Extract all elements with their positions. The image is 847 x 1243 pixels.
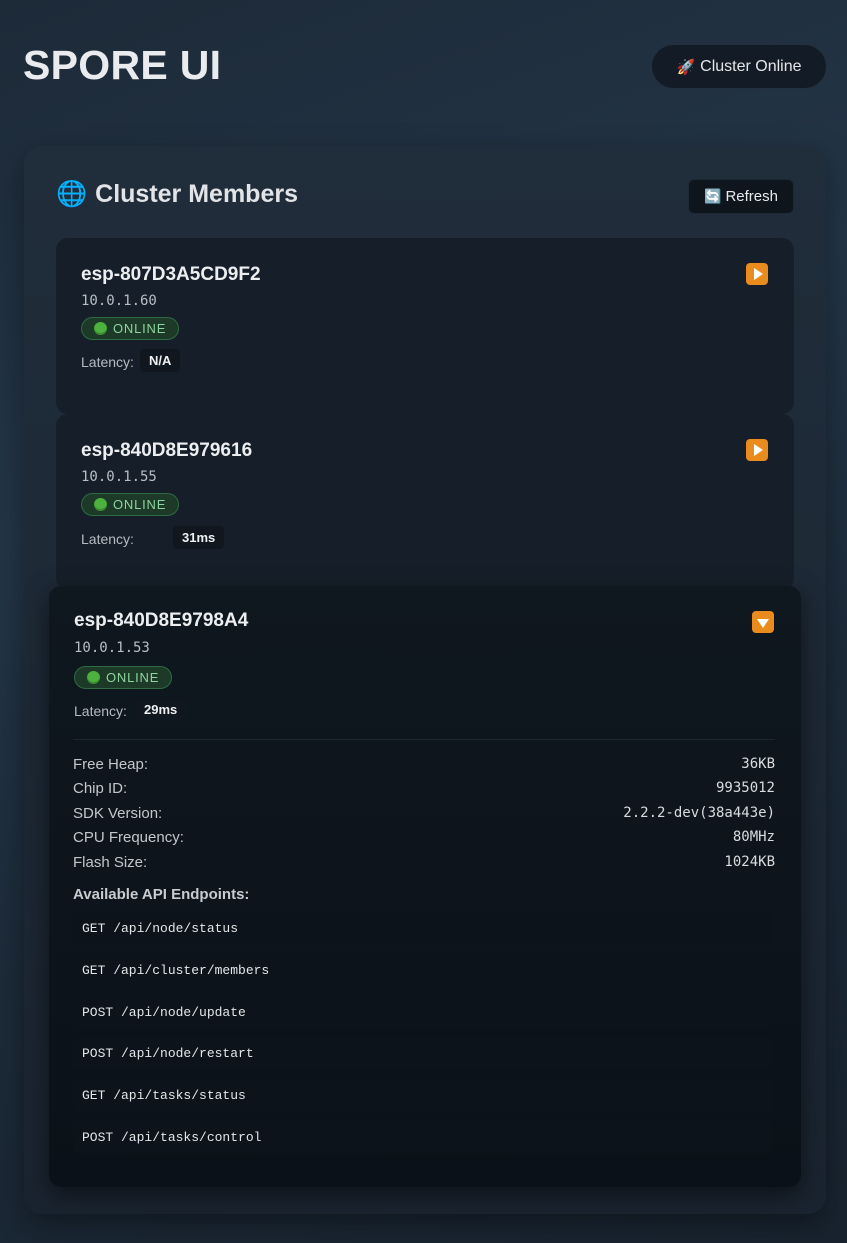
detail-label: CPU Frequency: bbox=[73, 828, 184, 846]
detail-row-cpu-frequency: CPU Frequency: 80MHz bbox=[73, 827, 775, 847]
status-badge-label: ONLINE bbox=[113, 497, 167, 512]
app-title: SPORE UI bbox=[23, 42, 222, 88]
detail-value: 9935012 bbox=[715, 780, 775, 796]
cluster-status-label: Cluster Online bbox=[700, 57, 802, 75]
latency-label: Latency: bbox=[81, 531, 134, 547]
refresh-button[interactable]: 🔄 Refresh bbox=[688, 179, 794, 214]
cluster-status-badge: 🚀 Cluster Online bbox=[651, 44, 827, 89]
member-card[interactable]: esp-807D3A5CD9F2 10.0.1.60 ONLINE Latenc… bbox=[56, 238, 794, 414]
detail-value: 1024KB bbox=[724, 854, 775, 870]
member-name: esp-840D8E9798A4 bbox=[74, 610, 249, 631]
api-endpoint: GET /api/node/status bbox=[73, 912, 773, 944]
latency-value: 31ms bbox=[173, 526, 225, 549]
globe-icon: 🌐 bbox=[56, 180, 88, 208]
member-card-expanded[interactable]: esp-840D8E9798A4 10.0.1.53 ONLINE Latenc… bbox=[49, 586, 801, 1187]
api-endpoint: POST /api/tasks/control bbox=[73, 1121, 773, 1153]
panel-title: 🌐 Cluster Members bbox=[56, 180, 298, 209]
api-endpoint: POST /api/node/update bbox=[73, 996, 773, 1028]
status-badge-label: ONLINE bbox=[106, 670, 160, 685]
detail-label: SDK Version: bbox=[73, 804, 163, 822]
member-name: esp-840D8E979616 bbox=[81, 440, 253, 461]
detail-value: 36KB bbox=[741, 756, 775, 772]
detail-label: Free Heap: bbox=[73, 755, 149, 773]
green-circle-icon bbox=[87, 671, 100, 684]
expand-arrow-icon[interactable] bbox=[746, 263, 768, 285]
detail-row-chip-id: Chip ID: 9935012 bbox=[73, 778, 775, 798]
detail-value: 2.2.2-dev(38a443e) bbox=[623, 805, 775, 821]
api-endpoint: POST /api/node/restart bbox=[73, 1037, 773, 1069]
member-ip: 10.0.1.53 bbox=[74, 640, 150, 656]
refresh-icon: 🔄 bbox=[704, 188, 722, 204]
latency-label: Latency: bbox=[81, 354, 134, 370]
collapse-arrow-icon[interactable] bbox=[752, 611, 774, 633]
detail-label: Chip ID: bbox=[73, 779, 128, 797]
detail-row-flash-size: Flash Size: 1024KB bbox=[73, 852, 775, 872]
app-header: SPORE UI 🚀 Cluster Online bbox=[0, 0, 847, 130]
status-badge: ONLINE bbox=[74, 666, 173, 689]
member-ip: 10.0.1.60 bbox=[81, 293, 157, 309]
detail-value: 80MHz bbox=[732, 829, 775, 845]
refresh-label: Refresh bbox=[725, 188, 778, 205]
member-name: esp-807D3A5CD9F2 bbox=[81, 264, 261, 285]
cluster-members-panel: 🌐 Cluster Members 🔄 Refresh esp-807D3A5C… bbox=[24, 146, 826, 1214]
api-endpoint: GET /api/tasks/status bbox=[73, 1079, 773, 1111]
latency-value: N/A bbox=[140, 349, 181, 372]
panel-title-text: Cluster Members bbox=[95, 180, 298, 208]
detail-row-free-heap: Free Heap: 36KB bbox=[73, 754, 775, 774]
detail-row-sdk-version: SDK Version: 2.2.2-dev(38a443e) bbox=[73, 803, 775, 823]
api-endpoint: GET /api/cluster/members bbox=[73, 954, 773, 986]
detail-label: Flash Size: bbox=[73, 853, 148, 871]
rocket-icon: 🚀 bbox=[676, 58, 696, 76]
member-card[interactable]: esp-840D8E979616 10.0.1.55 ONLINE Latenc… bbox=[56, 414, 794, 590]
divider bbox=[73, 739, 775, 740]
green-circle-icon bbox=[94, 498, 107, 511]
latency-value: 29ms bbox=[135, 698, 187, 721]
member-ip: 10.0.1.55 bbox=[81, 469, 157, 485]
latency-label: Latency: bbox=[74, 703, 127, 719]
status-badge-label: ONLINE bbox=[113, 321, 167, 336]
api-endpoints-heading: Available API Endpoints: bbox=[73, 886, 250, 903]
expand-arrow-icon[interactable] bbox=[746, 439, 768, 461]
green-circle-icon bbox=[94, 322, 107, 335]
status-badge: ONLINE bbox=[81, 317, 180, 340]
status-badge: ONLINE bbox=[81, 493, 180, 516]
